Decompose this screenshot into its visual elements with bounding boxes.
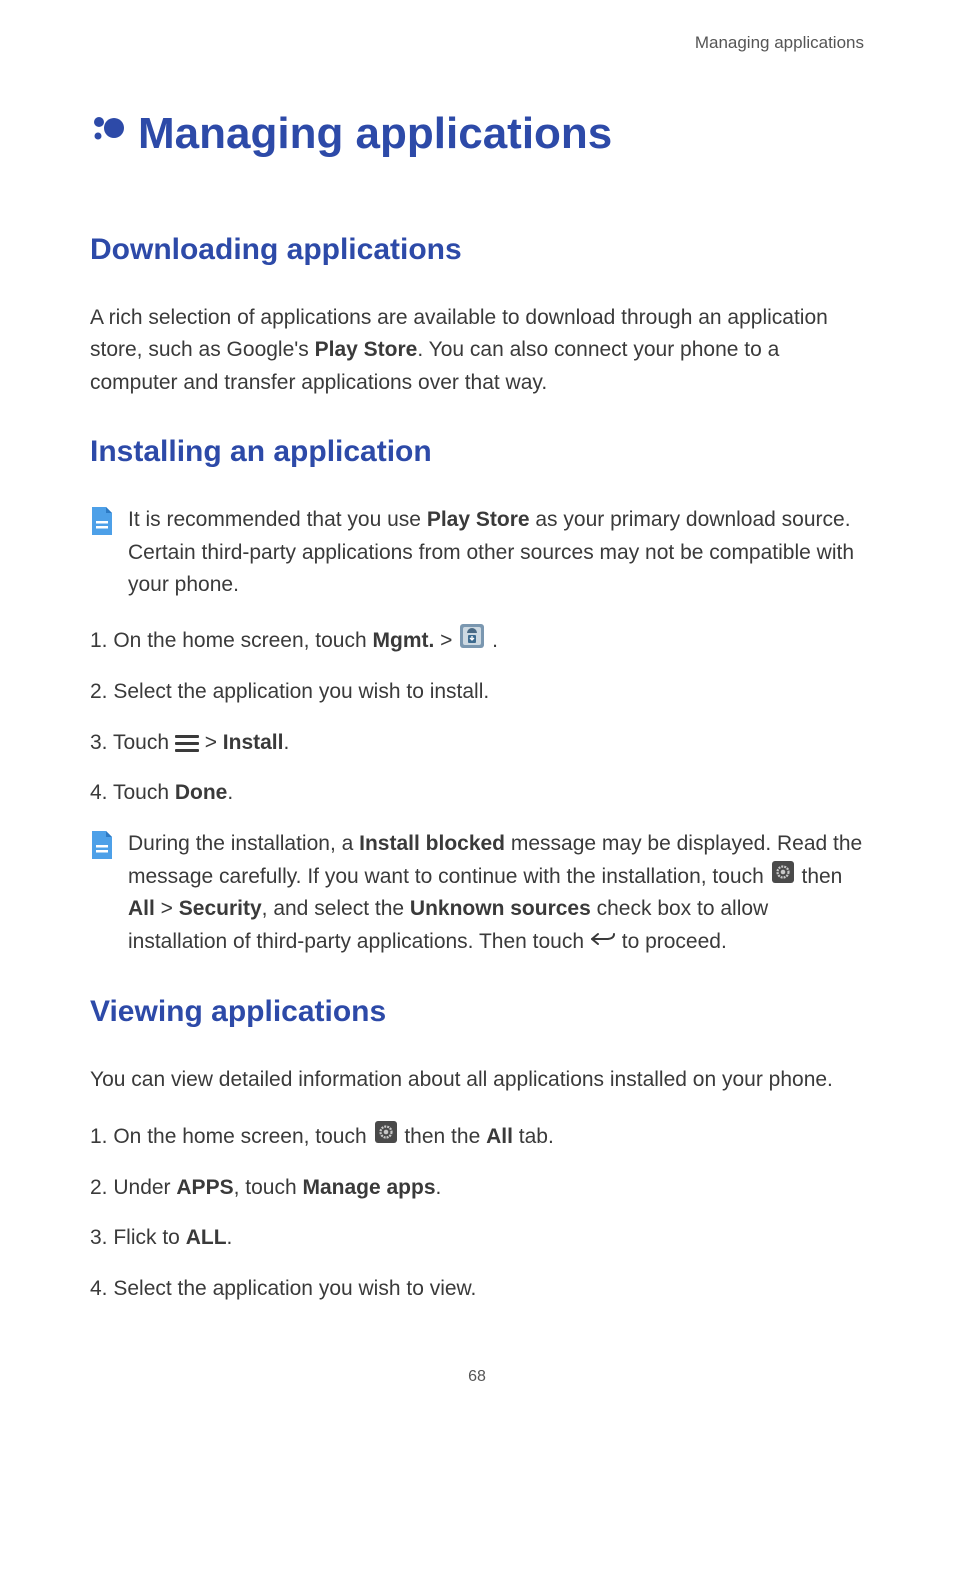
note-block: During the installation, a Install block… [90,828,864,959]
text-fragment: > [155,897,179,920]
text-bold: Security [179,897,262,920]
text-fragment: then the [404,1125,486,1148]
text-bold: Unknown sources [410,897,591,920]
apps-puzzle-icon [90,101,126,167]
text-fragment: > [205,731,223,754]
note-page-icon [90,831,114,859]
menu-icon [175,731,199,756]
text-fragment: 1. On the home screen, touch [90,629,373,652]
text-fragment: > [434,629,458,652]
text-bold: Play Store [315,338,418,361]
back-arrow-icon [590,926,616,959]
step-item: 1. On the home screen, touch then the Al… [90,1121,864,1154]
page-title-text: Managing applications [138,101,612,167]
text-bold: APPS [176,1176,233,1199]
text-bold: Manage apps [302,1176,435,1199]
text-fragment: 2. Under [90,1176,176,1199]
text-fragment: . [227,1226,233,1249]
text-bold: Play Store [427,508,530,531]
text-fragment: to proceed. [622,930,727,953]
text-fragment: . [492,629,498,652]
step-item: 2. Select the application you wish to in… [90,676,864,709]
text-fragment: . [283,731,289,754]
text-fragment: . [436,1176,442,1199]
settings-gear-icon [375,1121,397,1154]
note-page-icon [90,507,114,535]
text-fragment: During the installation, a [128,832,359,855]
viewing-body: You can view detailed information about … [90,1064,864,1097]
viewing-steps: 1. On the home screen, touch then the Al… [90,1121,864,1305]
section-heading-downloading: Downloading applications [90,227,864,272]
step-item: 3. Touch > Install. [90,727,864,760]
text-bold: Done [175,781,228,804]
settings-gear-icon [772,861,794,894]
text-fragment: 1. On the home screen, touch [90,1125,373,1148]
text-bold: All [486,1125,513,1148]
text-fragment: , touch [234,1176,303,1199]
text-bold: Mgmt. [373,629,435,652]
text-bold: All [128,897,155,920]
note-text: It is recommended that you use Play Stor… [128,504,864,602]
text-fragment: tab. [513,1125,554,1148]
text-bold: Install blocked [359,832,505,855]
note-text: During the installation, a Install block… [128,828,864,959]
text-fragment: 4. Touch [90,781,175,804]
text-fragment: . [227,781,233,804]
text-fragment: 3. Touch [90,731,175,754]
step-item: 2. Under APPS, touch Manage apps. [90,1172,864,1205]
text-fragment: then [801,865,842,888]
step-item: 3. Flick to ALL. [90,1222,864,1255]
step-item: 4. Select the application you wish to vi… [90,1273,864,1306]
text-fragment: It is recommended that you use [128,508,427,531]
note-block: It is recommended that you use Play Stor… [90,504,864,602]
step-item: 4. Touch Done. [90,777,864,810]
text-fragment: , and select the [262,897,410,920]
text-bold: Install [223,731,284,754]
page-number: 68 [90,1365,864,1389]
text-fragment: 3. Flick to [90,1226,186,1249]
page-title: Managing applications [90,101,864,167]
downloading-body: A rich selection of applications are ava… [90,302,864,400]
section-heading-viewing: Viewing applications [90,989,864,1034]
step-item: 1. On the home screen, touch Mgmt. > . [90,624,864,659]
installing-steps: 1. On the home screen, touch Mgmt. > . 2… [90,624,864,810]
section-heading-installing: Installing an application [90,429,864,474]
text-bold: ALL [186,1226,227,1249]
file-download-icon [460,624,484,659]
header-label: Managing applications [90,30,864,56]
